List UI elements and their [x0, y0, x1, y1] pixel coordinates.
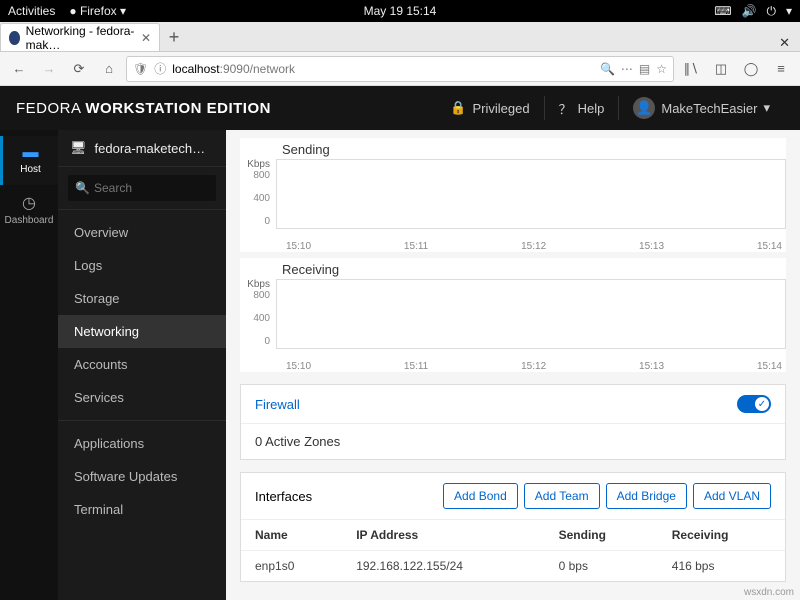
info-icon[interactable]: ⓘ [154, 60, 166, 77]
firewall-status: 0 Active Zones [241, 424, 785, 459]
browser-tabstrip: Networking - fedora-mak… ✕ + ✕ [0, 22, 800, 52]
home-button[interactable]: ⌂ [96, 56, 122, 82]
nav-item-storage[interactable]: Storage [58, 282, 226, 315]
system-menu-chevron-icon[interactable]: ▾ [786, 4, 792, 19]
app-menu-label: Firefox [80, 4, 117, 18]
add-team-button[interactable]: Add Team [524, 483, 600, 509]
interfaces-card: Interfaces Add BondAdd TeamAdd BridgeAdd… [240, 472, 786, 582]
account-icon[interactable]: ◯ [738, 56, 764, 82]
nav-search-input[interactable] [68, 175, 216, 201]
add-bond-button[interactable]: Add Bond [443, 483, 518, 509]
nav-item-logs[interactable]: Logs [58, 249, 226, 282]
tab-title: Networking - fedora-mak… [26, 24, 135, 52]
activities-button[interactable]: Activities [8, 4, 55, 18]
app-menu[interactable]: ● Firefox ▾ [69, 4, 126, 18]
user-name: MakeTechEasier [661, 101, 757, 116]
search-engine-icon[interactable]: 🔍 [600, 62, 615, 76]
sidebar-icon[interactable]: ◫ [708, 56, 734, 82]
nav-item-software-updates[interactable]: Software Updates [58, 460, 226, 493]
nav-item-networking[interactable]: Networking [58, 315, 226, 348]
search-icon: 🔍 [75, 181, 90, 195]
left-rail: ▬ Host ◷ Dashboard [0, 130, 58, 600]
column-header: Receiving [658, 520, 785, 551]
help-label: Help [578, 101, 605, 116]
browser-tab[interactable]: Networking - fedora-mak… ✕ [0, 23, 160, 51]
tab-close-button[interactable]: ✕ [141, 31, 151, 45]
watermark: wsxdn.com [744, 587, 794, 598]
rail-host[interactable]: ▬ Host [0, 136, 58, 185]
firewall-toggle[interactable] [737, 395, 771, 413]
url-bar[interactable]: 🛡 ⓘ localhost:9090/network 🔍 ⋯ ▤ ☆ [126, 56, 674, 82]
chart-title: Receiving [282, 258, 786, 279]
add-vlan-button[interactable]: Add VLAN [693, 483, 771, 509]
browser-navbar: ← → ⟳ ⌂ 🛡 ⓘ localhost:9090/network 🔍 ⋯ ▤… [0, 52, 800, 86]
host-selector[interactable]: 🖥 fedora-maketech… [58, 130, 226, 167]
nav-item-applications[interactable]: Applications [58, 427, 226, 460]
menu-button[interactable]: ≡ [768, 56, 794, 82]
cockpit-header: FEDORA WORKSTATION EDITION 🔒 Privileged … [0, 86, 800, 130]
rail-dashboard[interactable]: ◷ Dashboard [0, 185, 58, 236]
nav-item-accounts[interactable]: Accounts [58, 348, 226, 381]
tab-favicon-icon [9, 31, 20, 45]
new-tab-button[interactable]: + [160, 23, 188, 51]
clock[interactable]: May 19 15:14 [364, 4, 437, 18]
dashboard-icon: ◷ [0, 193, 58, 213]
server-icon: 🖥 [70, 140, 87, 156]
network-icon[interactable]: ⌨ [714, 4, 731, 19]
avatar-icon: 👤 [633, 97, 655, 119]
nav-item-overview[interactable]: Overview [58, 216, 226, 249]
window-close-button[interactable]: ✕ [769, 35, 800, 51]
firewall-card: Firewall 0 Active Zones [240, 384, 786, 460]
host-icon: ▬ [3, 144, 58, 162]
chart-receiving: ReceivingKbps800400015:1015:1115:1215:13… [240, 258, 786, 372]
help-button[interactable]: ？ Help [545, 99, 619, 118]
rail-host-label: Host [20, 164, 41, 175]
lock-icon: 🔒 [450, 100, 466, 116]
library-icon[interactable]: ∥∖ [678, 56, 704, 82]
rail-dashboard-label: Dashboard [5, 215, 54, 226]
power-icon[interactable]: ⏻ [766, 4, 776, 19]
side-nav: 🖥 fedora-maketech… 🔍 OverviewLogsStorage… [58, 130, 226, 600]
firewall-link[interactable]: Firewall [255, 397, 300, 412]
chart-title: Sending [282, 138, 786, 159]
back-button[interactable]: ← [6, 56, 32, 82]
chevron-down-icon: ▾ [763, 100, 770, 116]
nav-item-services[interactable]: Services [58, 381, 226, 414]
host-label: fedora-maketech… [95, 141, 206, 156]
shield-icon: 🛡 [133, 62, 148, 76]
volume-icon[interactable]: 🔊 [742, 4, 757, 19]
privileged-label: Privileged [473, 101, 530, 116]
desktop-topbar: Activities ● Firefox ▾ May 19 15:14 ⌨ 🔊 … [0, 0, 800, 22]
forward-button[interactable]: → [36, 56, 62, 82]
add-bridge-button[interactable]: Add Bridge [606, 483, 687, 509]
chart-plot-area [276, 279, 786, 349]
bookmark-star-icon[interactable]: ☆ [656, 62, 667, 76]
interface-row[interactable]: enp1s0192.168.122.155/240 bps416 bps [241, 551, 785, 582]
column-header: IP Address [342, 520, 544, 551]
reload-button[interactable]: ⟳ [66, 56, 92, 82]
url-text: localhost:9090/network [172, 62, 594, 76]
chart-plot-area [276, 159, 786, 229]
chart-sending: SendingKbps800400015:1015:1115:1215:1315… [240, 138, 786, 252]
help-icon: ？ [559, 99, 572, 118]
interfaces-title: Interfaces [255, 489, 312, 504]
interfaces-table: NameIP AddressSendingReceiving enp1s0192… [241, 519, 785, 581]
column-header: Name [241, 520, 342, 551]
nav-item-terminal[interactable]: Terminal [58, 493, 226, 526]
column-header: Sending [545, 520, 658, 551]
brand: FEDORA WORKSTATION EDITION [16, 100, 271, 117]
page-actions-icon[interactable]: ⋯ [621, 62, 633, 76]
user-menu[interactable]: 👤 MakeTechEasier ▾ [619, 97, 784, 119]
reader-icon[interactable]: ▤ [639, 62, 650, 76]
main-content: SendingKbps800400015:1015:1115:1215:1315… [226, 130, 800, 600]
privileged-toggle[interactable]: 🔒 Privileged [436, 100, 543, 116]
